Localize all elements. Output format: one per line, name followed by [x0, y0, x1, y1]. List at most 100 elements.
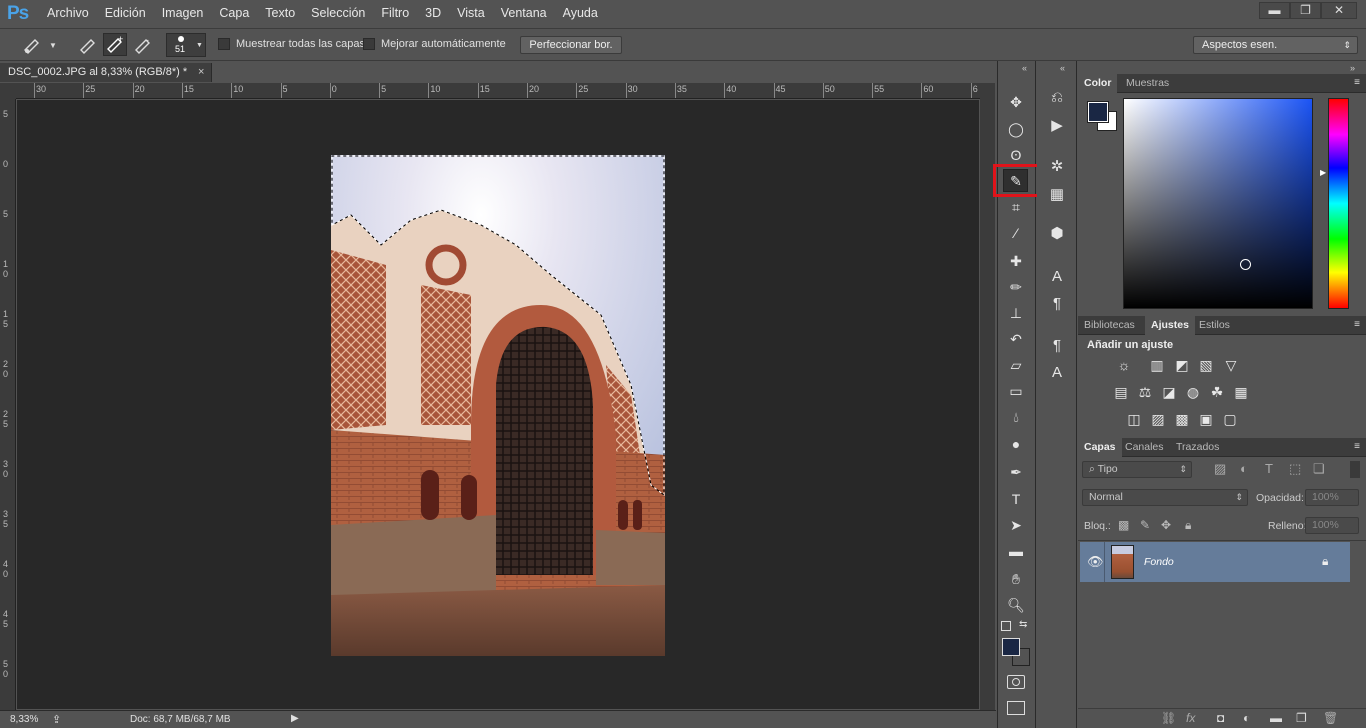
actions-panel-icon[interactable]: ▶: [1045, 115, 1069, 137]
auto-enhance-checkbox[interactable]: [363, 38, 375, 50]
color-field[interactable]: [1123, 98, 1313, 309]
3d-panel-icon[interactable]: ⬢: [1045, 223, 1069, 245]
menu-filtro[interactable]: Filtro: [381, 6, 409, 20]
restore-button[interactable]: ❐: [1290, 2, 1321, 19]
layer-filter-select[interactable]: ⌕ Tipo ⇕: [1082, 461, 1192, 478]
history-brush-icon[interactable]: ↶: [1004, 328, 1028, 350]
delete-layer-icon[interactable]: 🗑︎: [1323, 711, 1338, 725]
color-panel-menu-icon[interactable]: ≡: [1354, 74, 1360, 92]
black-white-icon[interactable]: ◪: [1160, 384, 1178, 400]
invert-icon[interactable]: ◫: [1125, 411, 1143, 427]
elliptical-marquee-icon[interactable]: ◯: [1004, 118, 1028, 140]
blur-icon[interactable]: 💧︎: [1004, 406, 1028, 428]
visibility-eye-icon[interactable]: 👁︎: [1087, 554, 1104, 570]
link-layers-icon[interactable]: ⛓︎: [1161, 711, 1176, 725]
close-window-button[interactable]: ✕: [1321, 2, 1357, 19]
hue-pointer-icon[interactable]: ▶: [1320, 168, 1326, 177]
layers-panel-menu-icon[interactable]: ≡: [1354, 438, 1360, 456]
panel-foreground-swatch[interactable]: [1087, 101, 1109, 123]
refine-edge-button[interactable]: Perfeccionar bor.: [520, 36, 622, 54]
color-lookup-icon[interactable]: ▦: [1232, 384, 1250, 400]
filter-type-icon[interactable]: T: [1265, 461, 1273, 476]
collapse-panels-icon[interactable]: »: [1350, 63, 1355, 73]
zoom-icon[interactable]: 🔍︎: [1004, 594, 1028, 616]
tool-preset-picker[interactable]: [20, 34, 44, 57]
type-icon[interactable]: T: [1004, 488, 1028, 510]
hand-icon[interactable]: ✋︎: [1004, 568, 1028, 590]
channel-mixer-icon[interactable]: ☘: [1208, 384, 1226, 400]
photo-filter-icon[interactable]: ◍: [1184, 384, 1202, 400]
new-group-icon[interactable]: ▬: [1270, 711, 1282, 725]
subtract-selection-button[interactable]: -: [131, 34, 155, 57]
character-panel-icon[interactable]: A: [1045, 266, 1069, 288]
brightness-panel-icon[interactable]: ✲: [1045, 156, 1069, 178]
collapse-icons-icon[interactable]: «: [1060, 63, 1065, 73]
exposure-icon[interactable]: ▧: [1197, 357, 1215, 373]
paragraph-panel-icon[interactable]: ¶: [1045, 293, 1069, 315]
tab-estilos[interactable]: Estilos: [1193, 316, 1236, 335]
levels-panel-icon[interactable]: ▦: [1045, 184, 1069, 206]
menu-texto[interactable]: Texto: [265, 6, 295, 20]
document-tab[interactable]: DSC_0002.JPG al 8,33% (RGB/8*) *: [0, 63, 212, 82]
menu-capa[interactable]: Capa: [219, 6, 249, 20]
tab-trazados[interactable]: Trazados: [1170, 438, 1225, 457]
quick-mask-icon[interactable]: [1007, 675, 1025, 689]
swap-colors-icon[interactable]: ⇆: [1019, 619, 1027, 630]
tab-muestras[interactable]: Muestras: [1120, 74, 1175, 93]
tab-bibliotecas[interactable]: Bibliotecas: [1078, 316, 1141, 335]
default-colors-icon[interactable]: [1001, 621, 1011, 631]
vibrance-icon[interactable]: ▽: [1222, 357, 1240, 373]
healing-brush-icon[interactable]: ✚: [1004, 250, 1028, 272]
color-balance-icon[interactable]: ⚖: [1136, 384, 1154, 400]
new-selection-button[interactable]: [76, 34, 100, 57]
curves-icon[interactable]: ◩: [1173, 357, 1191, 373]
menu-3d[interactable]: 3D: [425, 6, 441, 20]
crop-icon[interactable]: ⌗: [1004, 196, 1028, 218]
hue-saturation-icon[interactable]: ▤: [1112, 384, 1130, 400]
hue-slider[interactable]: [1328, 98, 1349, 309]
move-icon[interactable]: ✥: [1004, 91, 1028, 113]
filter-shape-icon[interactable]: ⬚: [1289, 461, 1301, 477]
tab-capas[interactable]: Capas: [1078, 438, 1122, 457]
menu-imagen[interactable]: Imagen: [162, 6, 204, 20]
rectangle-icon[interactable]: ▬: [1004, 540, 1028, 562]
threshold-icon[interactable]: ▩: [1173, 411, 1191, 427]
selective-color-icon[interactable]: ▢: [1221, 411, 1239, 427]
path-selection-icon[interactable]: ➤: [1004, 514, 1028, 536]
new-adjustment-layer-icon[interactable]: ◐: [1243, 711, 1250, 725]
eyedropper-icon[interactable]: ⁄: [1004, 222, 1028, 244]
lasso-icon[interactable]: ʘ: [1004, 144, 1028, 166]
layer-name[interactable]: Fondo: [1144, 556, 1174, 568]
menu-edicion[interactable]: Edición: [105, 6, 146, 20]
filter-adjustment-icon[interactable]: ◐: [1240, 461, 1248, 476]
minimize-button[interactable]: ▬: [1259, 2, 1290, 19]
screen-mode-icon[interactable]: [1007, 701, 1025, 715]
preset-chevron-icon[interactable]: ▼: [49, 41, 57, 50]
menu-ventana[interactable]: Ventana: [501, 6, 547, 20]
lock-pixels-icon[interactable]: ✎: [1140, 518, 1150, 532]
tab-color[interactable]: Color: [1078, 74, 1118, 93]
adjust-panel-menu-icon[interactable]: ≡: [1354, 316, 1360, 334]
pen-icon[interactable]: ✒: [1004, 461, 1028, 483]
tab-ajustes[interactable]: Ajustes: [1145, 316, 1195, 335]
layer-style-icon[interactable]: fx: [1186, 711, 1195, 725]
lock-transparent-icon[interactable]: ▩: [1118, 518, 1129, 532]
zoom-level[interactable]: 8,33%: [10, 714, 38, 725]
document-photo[interactable]: [331, 155, 665, 656]
fill-input[interactable]: 100%: [1305, 517, 1359, 534]
filter-pixel-icon[interactable]: ▨: [1214, 461, 1226, 477]
menu-archivo[interactable]: Archivo: [47, 6, 89, 20]
levels-icon[interactable]: ▥: [1148, 357, 1166, 373]
layer-mask-icon[interactable]: ◘: [1217, 711, 1224, 725]
eraser-icon[interactable]: ▱: [1004, 354, 1028, 376]
brightness-contrast-icon[interactable]: ☼: [1115, 357, 1133, 373]
gradient-map-icon[interactable]: ▣: [1197, 411, 1215, 427]
history-panel-icon[interactable]: ⎌: [1045, 87, 1069, 109]
close-document-button[interactable]: ×: [198, 63, 204, 82]
posterize-icon[interactable]: ▨: [1149, 411, 1167, 427]
lock-position-icon[interactable]: ✥: [1161, 518, 1171, 532]
menu-ayuda[interactable]: Ayuda: [563, 6, 598, 20]
paragraph-styles-icon[interactable]: ¶: [1045, 335, 1069, 357]
layer-row-fondo[interactable]: 👁︎ Fondo 🔒︎: [1080, 542, 1350, 582]
dodge-icon[interactable]: ●: [1004, 433, 1028, 455]
